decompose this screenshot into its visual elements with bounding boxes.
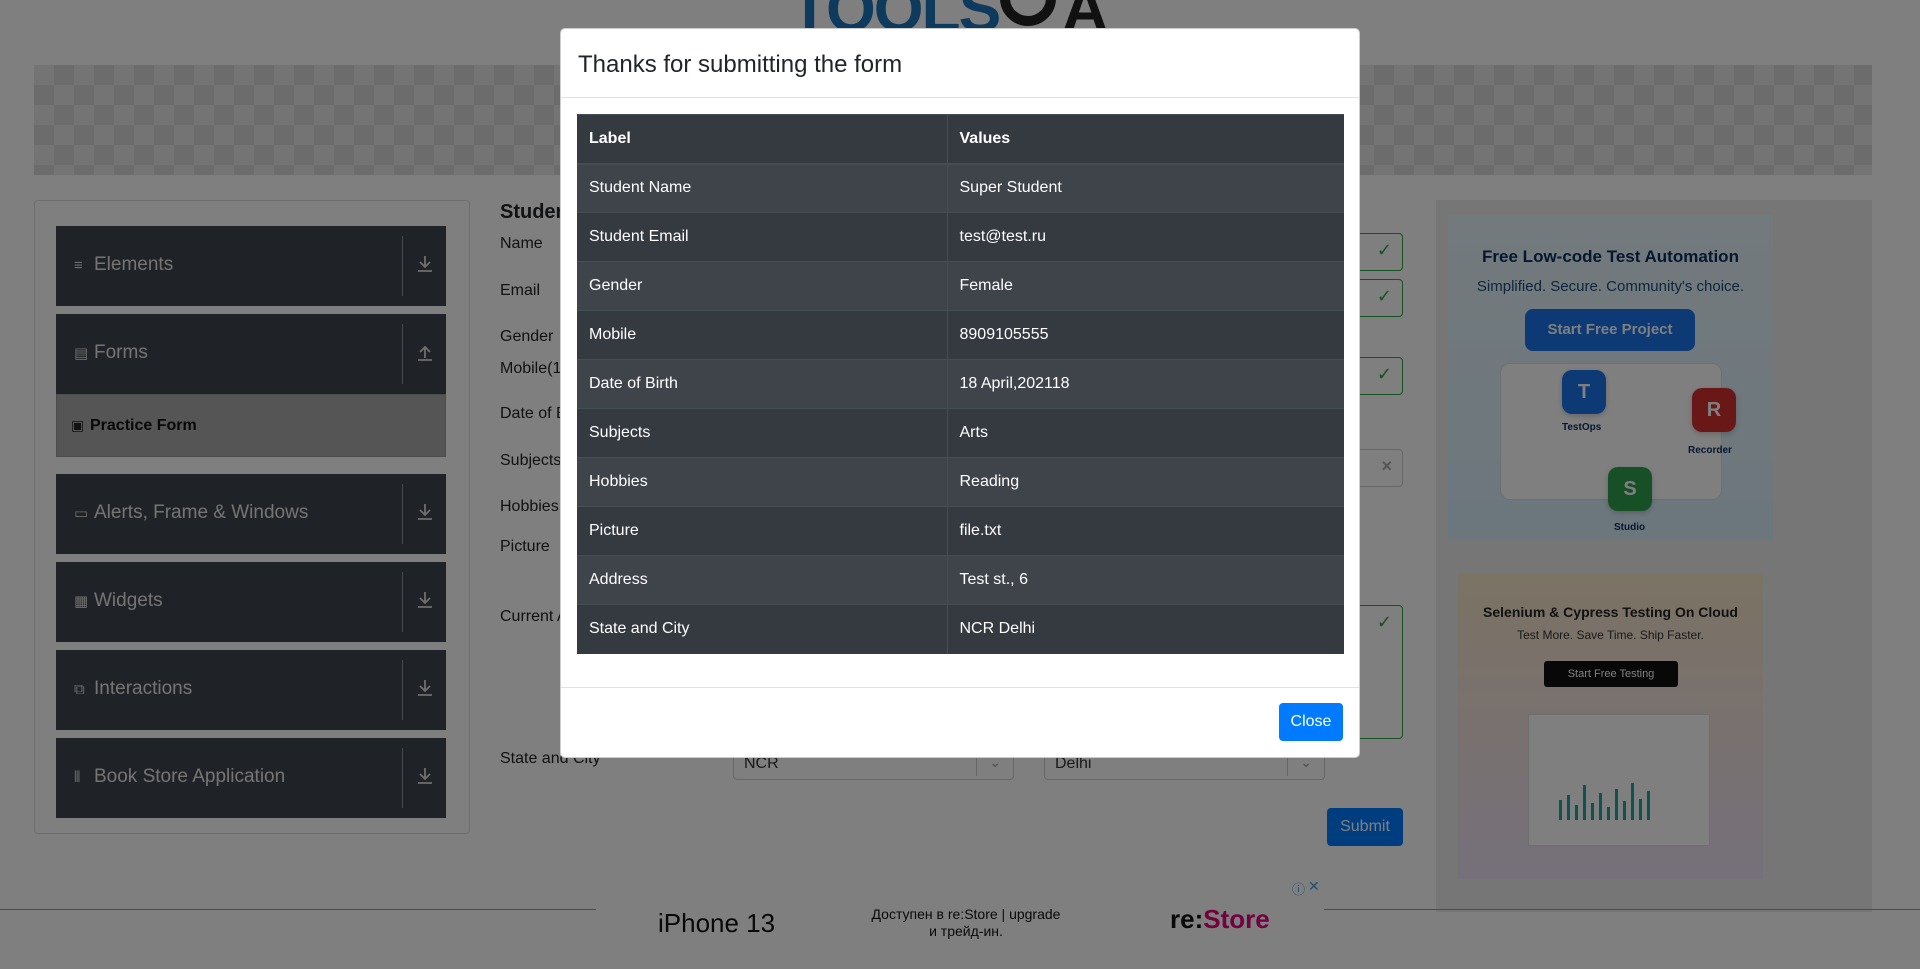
row-value: Test st., 6: [947, 555, 1344, 605]
row-value: Reading: [947, 457, 1344, 507]
table-row: Hobbies Reading: [577, 457, 1344, 507]
table-row: Mobile 8909105555: [577, 310, 1344, 360]
row-label: Mobile: [577, 310, 948, 360]
table-row: Date of Birth 18 April,202118: [577, 359, 1344, 409]
row-label: Address: [577, 555, 948, 605]
table-row: Address Test st., 6: [577, 555, 1344, 605]
modal-title: Thanks for submitting the form: [578, 51, 903, 78]
row-value: 18 April,202118: [947, 359, 1344, 409]
row-label: State and City: [577, 604, 948, 654]
table-row: Picture file.txt: [577, 506, 1344, 556]
modal-footer: Close: [561, 687, 1359, 757]
row-value: NCR Delhi: [947, 604, 1344, 654]
table-row: Gender Female: [577, 261, 1344, 311]
results-table: Label Values Student Name Super Student S…: [577, 114, 1344, 654]
row-label: Gender: [577, 261, 948, 311]
row-label: Picture: [577, 506, 948, 556]
row-label: Subjects: [577, 408, 948, 458]
column-header-label: Label: [577, 114, 948, 165]
row-label: Date of Birth: [577, 359, 948, 409]
row-value: Female: [947, 261, 1344, 311]
modal-header: Thanks for submitting the form: [561, 29, 1359, 98]
row-label: Student Name: [577, 163, 948, 213]
row-label: Student Email: [577, 212, 948, 262]
table-row: State and City NCR Delhi: [577, 604, 1344, 654]
row-value: test@test.ru: [947, 212, 1344, 262]
row-label: Hobbies: [577, 457, 948, 507]
row-value: Super Student: [947, 163, 1344, 213]
row-value: file.txt: [947, 506, 1344, 556]
row-value: 8909105555: [947, 310, 1344, 360]
close-button[interactable]: Close: [1279, 703, 1343, 741]
table-row: Student Email test@test.ru: [577, 212, 1344, 262]
row-value: Arts: [947, 408, 1344, 458]
table-row: Subjects Arts: [577, 408, 1344, 458]
table-row: Student Name Super Student: [577, 163, 1344, 213]
table-header-row: Label Values: [577, 114, 1344, 165]
column-header-values: Values: [947, 114, 1344, 165]
submission-modal: Thanks for submitting the form Label Val…: [560, 28, 1360, 758]
